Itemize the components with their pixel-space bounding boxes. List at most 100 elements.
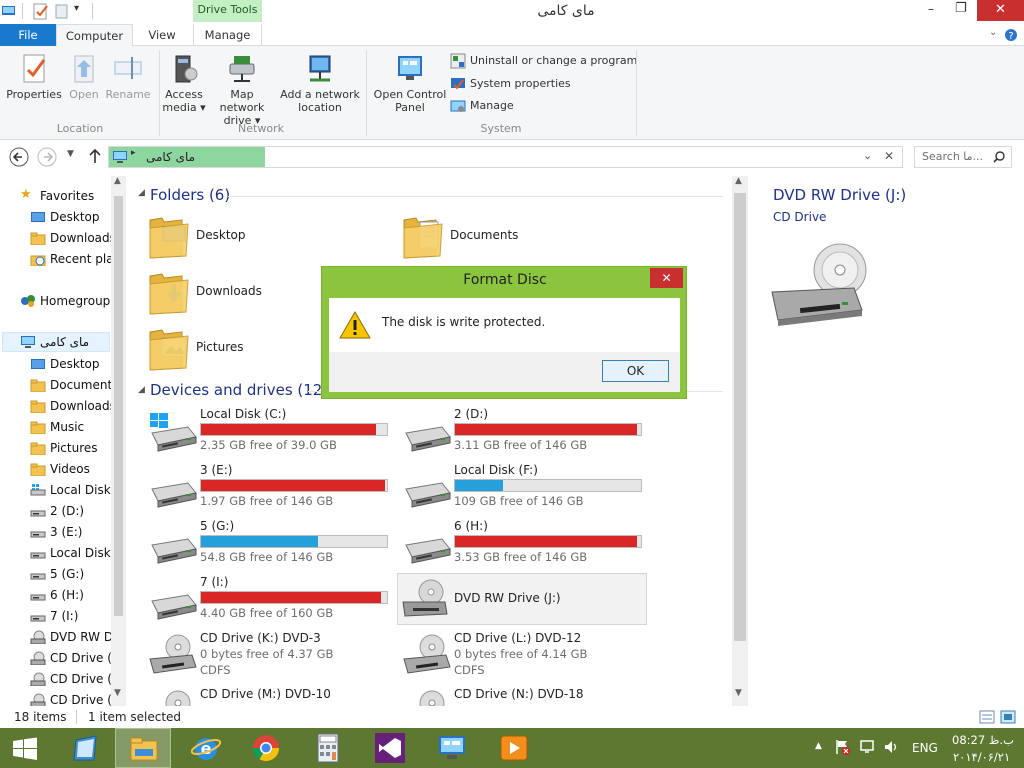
taskbar-file-explorer[interactable]: [115, 728, 171, 768]
cd-drive-item[interactable]: CD Drive (M:) DVD-10: [148, 687, 396, 706]
map-network-drive-button[interactable]: Map network drive ▾: [207, 52, 277, 127]
taskbar-notes[interactable]: [58, 728, 114, 768]
large-icons-view-icon[interactable]: [1000, 710, 1016, 724]
nav-computer-item[interactable]: 3 (E:): [30, 522, 114, 542]
open-control-panel-button[interactable]: Open Control Panel: [370, 52, 450, 114]
nav-favorite-item[interactable]: Recent places: [30, 249, 114, 269]
nav-computer-item[interactable]: 2 (D:): [30, 501, 114, 521]
help-icon[interactable]: ?: [1004, 28, 1018, 42]
nav-computer-item[interactable]: Local Disk (C:): [30, 480, 114, 500]
drive-item[interactable]: Local Disk (F:) 109 GB free of 146 GB: [402, 463, 650, 517]
folder-item[interactable]: Desktop: [146, 212, 396, 262]
cd-drive-item[interactable]: CD Drive (L:) DVD-12 0 bytes free of 4.14…: [402, 631, 650, 685]
folder-item[interactable]: Documents: [400, 212, 650, 262]
new-folder-quick-icon[interactable]: [55, 3, 69, 19]
action-center-flag-icon[interactable]: [834, 739, 850, 755]
nav-computer-item[interactable]: Pictures: [30, 438, 114, 458]
window-app-icon[interactable]: [2, 5, 16, 17]
start-icon[interactable]: [12, 737, 38, 761]
nav-scroll-thumb[interactable]: [114, 196, 123, 616]
close-button[interactable]: ✕: [977, 0, 1024, 21]
nav-computer-item[interactable]: CD Drive (K:): [30, 648, 114, 668]
collapse-ribbon-icon[interactable]: ⌄: [989, 27, 997, 38]
drive-item[interactable]: Local Disk (C:) 2.35 GB free of 39.0 GB: [148, 407, 396, 461]
nav-computer-item[interactable]: 7 (I:): [30, 606, 114, 626]
nav-computer-item[interactable]: Desktop: [30, 354, 114, 374]
scroll-up-icon[interactable]: ▲: [735, 176, 742, 186]
address-bar[interactable]: ▸ ماى كامى ⌄ ✕: [108, 146, 903, 168]
dialog-close-button[interactable]: ✕: [650, 268, 683, 288]
scroll-down-icon[interactable]: ▼: [114, 688, 121, 698]
quick-access-dropdown-icon[interactable]: ▾: [74, 3, 79, 14]
volume-icon[interactable]: [883, 739, 899, 755]
taskbar-chrome[interactable]: [238, 728, 294, 768]
drive-item[interactable]: 2 (D:) 3.11 GB free of 146 GB: [402, 407, 650, 461]
nav-computer-item[interactable]: CD Drive (M:): [30, 690, 114, 706]
system-properties-button[interactable]: System properties: [450, 75, 571, 93]
access-media-button[interactable]: Access media ▾: [161, 52, 207, 114]
search-input[interactable]: Search ما...: [914, 146, 1012, 168]
tab-manage[interactable]: Manage: [193, 24, 262, 46]
content-scroll-thumb[interactable]: [734, 193, 746, 641]
network-icon[interactable]: [859, 739, 875, 755]
address-dropdown-icon[interactable]: ⌄: [863, 149, 872, 162]
scroll-down-icon[interactable]: ▼: [735, 688, 742, 698]
properties-button[interactable]: Properties: [4, 52, 64, 101]
collapse-folders-icon[interactable]: ◢: [138, 188, 145, 198]
taskbar-internet-explorer[interactable]: e: [178, 728, 234, 768]
nav-computer-item[interactable]: Local Disk (F:): [30, 543, 114, 563]
nav-homegroup[interactable]: Homegroup: [20, 291, 115, 311]
clock-date[interactable]: ۲۰۱۴/۰۶/۲۱: [953, 750, 1010, 764]
nav-computer-item[interactable]: 6 (H:): [30, 585, 114, 605]
manage-button[interactable]: Manage: [450, 97, 514, 115]
drive-item[interactable]: 5 (G:) 54.8 GB free of 146 GB: [148, 519, 396, 573]
cd-drive-item[interactable]: CD Drive (K:) DVD-3 0 bytes free of 4.37 …: [148, 631, 396, 685]
language-indicator[interactable]: ENG: [912, 741, 938, 755]
nav-favorite-item[interactable]: Downloads: [30, 228, 114, 248]
clock-time[interactable]: 08:27 ب.ظ: [952, 733, 1014, 747]
nav-favorite-item[interactable]: Desktop: [30, 207, 114, 227]
dvd-drive-item[interactable]: DVD RW Drive (J:): [397, 573, 647, 625]
taskbar-visual-studio[interactable]: [362, 728, 418, 768]
drive-item[interactable]: 3 (E:) 1.97 GB free of 146 GB: [148, 463, 396, 517]
tab-view[interactable]: View: [140, 24, 184, 46]
nav-computer-item[interactable]: DVD RW Drive (J:): [30, 627, 114, 647]
devices-header[interactable]: Devices and drives (12): [150, 381, 328, 399]
up-icon[interactable]: [88, 148, 102, 164]
nav-computer-item[interactable]: Videos: [30, 459, 114, 479]
forward-icon[interactable]: [37, 147, 57, 167]
properties-quick-icon[interactable]: [33, 3, 49, 20]
nav-computer-item[interactable]: Music: [30, 417, 114, 437]
add-network-location-button[interactable]: Add a network location: [280, 52, 360, 114]
breadcrumb[interactable]: ماى كامى: [146, 150, 195, 164]
drive-item[interactable]: 7 (I:) 4.40 GB free of 160 GB: [148, 575, 396, 629]
collapse-devices-icon[interactable]: ◢: [138, 385, 145, 395]
nav-computer[interactable]: ماى كامى: [20, 332, 115, 352]
search-icon[interactable]: [993, 151, 1005, 163]
cd-drive-item[interactable]: CD Drive (N:) DVD-18: [402, 687, 650, 706]
ok-button[interactable]: OK: [602, 360, 669, 382]
tab-computer[interactable]: Computer: [56, 24, 133, 47]
nav-computer-item[interactable]: Downloads: [30, 396, 114, 416]
taskbar-calculator[interactable]: [300, 728, 356, 768]
show-hidden-icons[interactable]: ▲: [815, 741, 822, 751]
refresh-icon[interactable]: ✕: [884, 149, 894, 163]
minimize-button[interactable]: –: [928, 2, 934, 16]
nav-computer-item[interactable]: Documents: [30, 375, 114, 395]
scroll-up-icon[interactable]: ▲: [114, 176, 121, 186]
drive-item[interactable]: 6 (H:) 3.53 GB free of 146 GB: [402, 519, 650, 573]
nav-favorites[interactable]: ★ Favorites: [20, 186, 115, 206]
nav-computer-item[interactable]: CD Drive (L:): [30, 669, 114, 689]
recent-locations-icon[interactable]: ▼: [67, 149, 74, 159]
details-view-icon[interactable]: [979, 710, 995, 724]
taskbar-control-panel[interactable]: [424, 728, 480, 768]
folders-header[interactable]: Folders (6): [150, 186, 230, 204]
tab-file[interactable]: File: [0, 24, 56, 46]
nav-computer-item[interactable]: 5 (G:): [30, 564, 114, 584]
rename-button[interactable]: Rename: [104, 52, 152, 101]
uninstall-program-button[interactable]: Uninstall or change a program: [450, 52, 637, 70]
restore-button[interactable]: ❐: [955, 1, 967, 16]
open-button[interactable]: Open: [64, 52, 104, 101]
taskbar-media-player[interactable]: [486, 728, 542, 768]
back-icon[interactable]: [9, 147, 29, 167]
